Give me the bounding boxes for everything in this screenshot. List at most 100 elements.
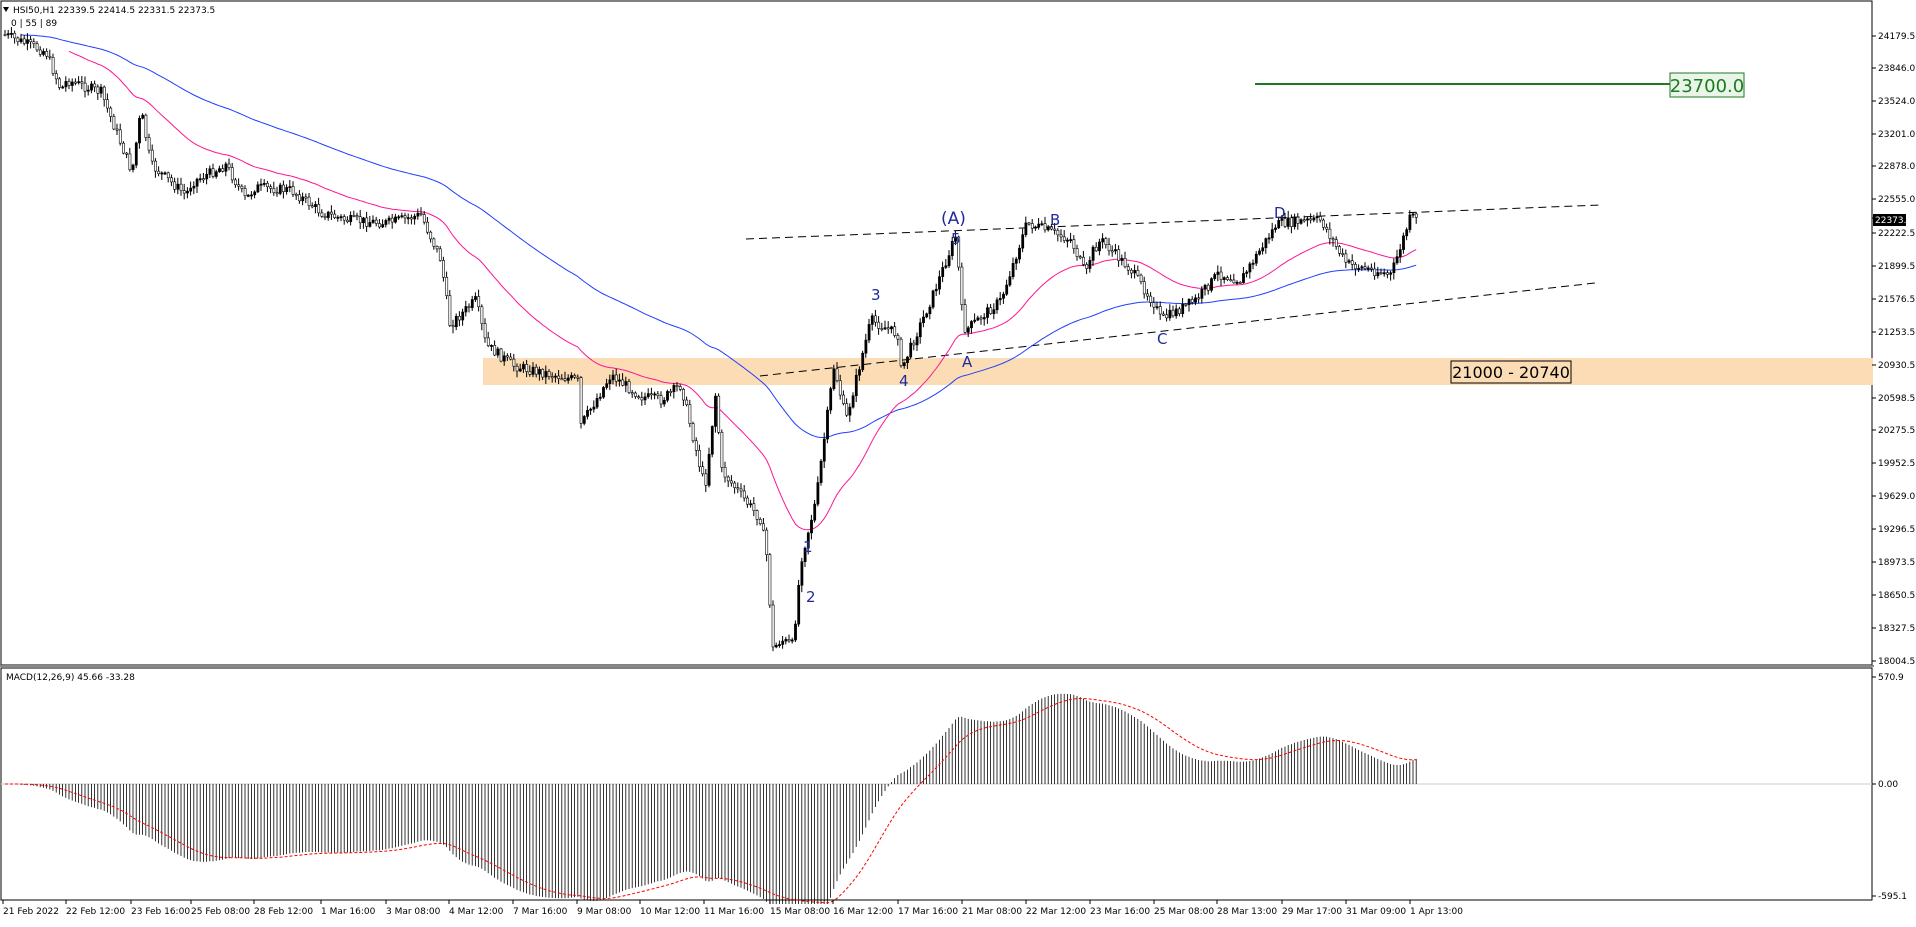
candle-body (1062, 236, 1066, 241)
candle-body (858, 369, 861, 376)
price-panel[interactable] (0, 0, 1873, 666)
candle-body (525, 364, 529, 372)
candle-body (746, 497, 749, 505)
candle-body (896, 335, 900, 340)
candle-body (902, 362, 906, 367)
candle-body (730, 480, 733, 484)
candle-body (1360, 266, 1364, 269)
candle-body (1366, 267, 1370, 270)
candle-body (218, 168, 221, 173)
candle-body (438, 248, 442, 261)
candle-body (1021, 234, 1025, 249)
candle-body (982, 317, 986, 320)
candle-body (288, 186, 292, 189)
candle-body (128, 153, 132, 170)
candle-body (838, 380, 842, 396)
candle-body (867, 324, 871, 341)
candle-body (294, 194, 298, 196)
time-tick-label: 16 Mar 12:00 (833, 907, 893, 917)
candle-body (246, 194, 250, 197)
candle-body (1043, 223, 1047, 231)
candle-body (1066, 239, 1069, 242)
candle-body (1107, 244, 1111, 252)
candle-body (557, 375, 561, 379)
chart-svg[interactable]: HSI50,H1 22339.5 22414.5 22331.5 22373.5… (0, 0, 1916, 923)
candle-body (45, 51, 49, 57)
candle-body (1235, 281, 1239, 284)
candle-body (403, 215, 407, 219)
candle-body (630, 392, 634, 395)
candle-body (778, 644, 781, 646)
candle-body (810, 519, 813, 534)
candle-body (333, 213, 337, 219)
candle-body (710, 426, 714, 455)
candle-body (483, 323, 487, 339)
candle-body (330, 211, 333, 215)
candle-body (1184, 303, 1188, 306)
candle-body (845, 403, 849, 416)
price-tick-label: 18650.5 (1878, 591, 1915, 601)
candle-body (691, 423, 695, 442)
candle-body (611, 374, 615, 381)
time-tick-label: 29 Mar 17:00 (1282, 907, 1342, 917)
candle-body (64, 81, 68, 88)
candle-body (1194, 297, 1197, 303)
candle-body (1162, 313, 1165, 316)
candle-body (157, 170, 161, 174)
candle-body (1040, 223, 1044, 226)
candle-body (154, 160, 157, 172)
candle-body (486, 337, 490, 346)
candle-body (1395, 256, 1399, 264)
candle-body (1312, 217, 1316, 221)
candle-body (147, 137, 151, 151)
candle-body (1296, 216, 1300, 224)
candle-body (963, 304, 967, 333)
candle-body (390, 217, 394, 223)
candle-body (1338, 246, 1341, 254)
candle-body (758, 519, 762, 525)
candle-body (998, 298, 1002, 301)
wave-label-C: C (1157, 330, 1167, 348)
candle-body (560, 378, 564, 381)
candle-body (563, 378, 567, 381)
wave-label-5: 5 (951, 230, 961, 248)
candle-body (1152, 302, 1156, 308)
candle-body (426, 221, 429, 233)
candle-body (134, 142, 138, 166)
candle-body (595, 398, 599, 408)
candle-body (141, 114, 145, 119)
candle-body (1098, 241, 1101, 252)
candle-body (42, 51, 45, 55)
time-tick-label: 21 Feb 2022 (3, 907, 59, 917)
price-tick-label: 20598.5 (1878, 394, 1915, 404)
candle-body (1203, 284, 1207, 290)
candle-body (86, 89, 90, 92)
candle-body (1130, 269, 1133, 274)
candle-body (1328, 228, 1332, 239)
candle-body (541, 369, 545, 378)
candle-body (1002, 293, 1005, 299)
candle-body (1210, 278, 1213, 291)
candle-body (1248, 263, 1252, 273)
candle-body (99, 86, 103, 94)
candle-body (970, 321, 973, 329)
candle-body (1126, 266, 1130, 271)
candle-body (179, 183, 183, 192)
candle-body (256, 184, 260, 193)
candle-body (413, 215, 417, 220)
candle-body (784, 639, 788, 642)
candle-body (922, 316, 925, 324)
candle-body (928, 306, 932, 315)
price-tick-label: 21576.5 (1878, 295, 1915, 305)
candle-body (381, 224, 385, 228)
candle-body (666, 391, 669, 401)
candle-body (554, 375, 557, 378)
candle-body (323, 216, 327, 218)
candle-body (685, 399, 689, 406)
candle-body (1091, 246, 1095, 261)
candle-body (707, 453, 711, 486)
candle-body (1251, 262, 1255, 265)
candle-body (1350, 260, 1354, 265)
candle-body (362, 217, 365, 224)
candle-body (48, 55, 52, 58)
